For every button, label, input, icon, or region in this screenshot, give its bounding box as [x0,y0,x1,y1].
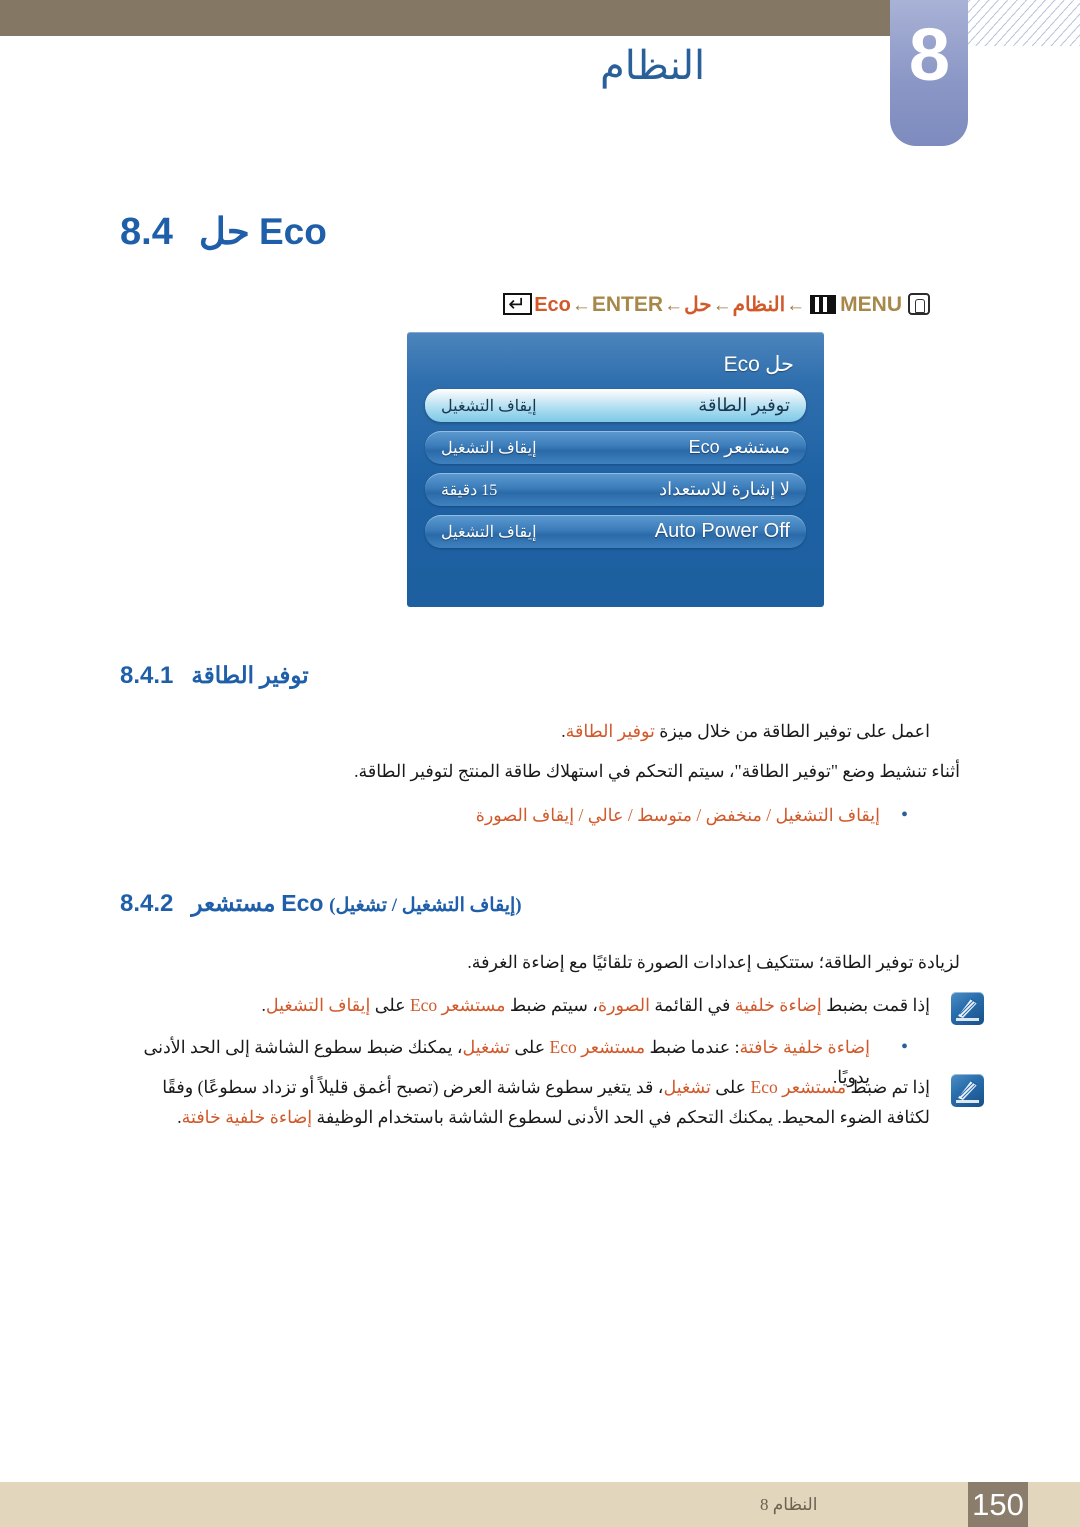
chapter-number: 8 [908,13,950,96]
breadcrumb-item-eco: Eco [534,294,571,316]
note2-a: إذا تم ضبط [846,1077,930,1097]
bullet842-hl-dim-backlight: إضاءة خلفية خافتة [739,1037,870,1057]
enter-key-icon [503,291,533,317]
breadcrumb-enter-label: ENTER [591,293,664,316]
breadcrumb-arrow-4: ← [571,295,591,316]
breadcrumb-menu-label: MENU [840,293,902,316]
osd-title: حل Eco [425,346,806,389]
osd-value-eco-sensor: إيقاف التشغيل [441,439,537,457]
section-heading-842: 8.4.2 (إيقاف التشغيل / تشغيل) Eco مستشعر [120,890,1020,918]
note1-c: ، سيتم ضبط [505,995,598,1015]
note-pencil-icon-2 [951,1074,984,1107]
section-heading-841: 8.4.1 توفير الطاقة [120,662,1020,690]
menu-bars-icon [810,295,837,314]
breadcrumb-arrow-1: ← [786,295,806,316]
note-block-2: إذا تم ضبط مستشعر Eco على تشغيل، قد يتغي… [0,1072,1080,1132]
note2-hl-eco-sensor: مستشعر Eco [750,1077,847,1097]
breadcrumb-arrow-3: ← [664,295,684,316]
osd-title-latin: Eco [723,353,760,376]
page-title-number: 8.4 [120,211,173,253]
breadcrumb-arrow-2: ← [712,295,732,316]
page-title-text: Eco حل [199,210,327,254]
note1-b: في القائمة [649,995,735,1015]
p841-1-a: اعمل على توفير الطاقة من خلال ميزة [654,721,930,741]
osd-label-eco-sensor-latin: Eco [688,437,720,457]
p841-1-highlight: توفير الطاقة [565,721,655,741]
note1-hl-eco-sensor: مستشعر Eco [409,995,506,1015]
hand-press-icon [908,293,930,315]
note-pencil-icon [951,992,984,1025]
section-841-paragraph-1: اعمل على توفير الطاقة من خلال ميزة توفير… [0,716,1080,746]
note1-a: إذا قمت بضبط [821,995,930,1015]
osd-menu-panel: حل Eco توفير الطاقة إيقاف التشغيل مستشعر… [407,332,824,607]
chapter-title: النظام [600,43,706,88]
diagonal-hatch-decoration [968,0,1080,46]
bullet842-hl-on: تشغيل [462,1037,510,1057]
section-841-title: توفير الطاقة [191,663,309,688]
section-842-paragraph-1: لزيادة توفير الطاقة؛ ستتكيف إعدادات الصو… [467,952,960,972]
page-title: 8.4 Eco حل [120,210,1020,254]
note1-hl-off: إيقاف التشغيل [265,995,371,1015]
page-title-latin: Eco [258,211,327,252]
osd-label-auto-power-off: Auto Power Off [654,520,790,542]
bullet842-b: على [509,1037,550,1057]
osd-row-power-saving[interactable]: توفير الطاقة إيقاف التشغيل [425,389,806,422]
footer-chapter-label: النظام 8 [760,1494,818,1514]
osd-value-power-saving: إيقاف التشغيل [441,397,537,415]
section-841-bullet-1: إيقاف التشغيل / منخفض / متوسط / عالي / إ… [0,800,1080,830]
osd-value-no-signal-standby: 15 دقيقة [441,481,498,499]
section-842-title-latin: Eco [281,890,324,916]
page-title-arabic: حل [198,212,250,253]
note1-hl-picture-menu: الصورة [597,995,650,1015]
section-842-title-arabic: مستشعر [191,891,276,916]
chapter-tab: 8 [890,0,968,146]
footer-page-number: 150 [972,1486,1024,1522]
osd-row-auto-power-off[interactable]: Auto Power Off إيقاف التشغيل [425,515,806,548]
note1-hl-backlight: إضاءة خلفية [734,995,822,1015]
bullet842-a: : عندما ضبط [645,1037,740,1057]
osd-value-auto-power-off: إيقاف التشغيل [441,523,537,541]
note1-d: على [370,995,410,1015]
osd-row-no-signal-standby[interactable]: لا إشارة للاستعداد 15 دقيقة [425,473,806,506]
section-841-paragraph-2: أثناء تنشيط وضع "توفير الطاقة"، سيتم الت… [354,761,960,781]
footer-page-box: 150 [968,1482,1028,1527]
breadcrumb-item-hal: حل [684,294,712,316]
bullet842-hl-eco-sensor: مستشعر Eco [549,1037,646,1057]
osd-label-eco-sensor: مستشعر Eco [689,437,790,458]
header-band [0,0,890,36]
breadcrumb: MENU←النظام←حل←Eco←ENTER [0,291,1080,319]
note2-hl-dim-backlight: إضاءة خلفية خافتة [181,1107,313,1127]
section-841-number: 8.4.1 [120,662,174,689]
osd-title-arabic: حل [765,352,794,376]
osd-row-eco-sensor[interactable]: مستشعر Eco إيقاف التشغيل [425,431,806,464]
note2-b: على [710,1077,751,1097]
osd-label-power-saving: توفير الطاقة [698,395,790,415]
osd-label-no-signal-standby: لا إشارة للاستعداد [659,479,790,499]
section-842-number: 8.4.2 [120,890,174,917]
note-block-1: إذا قمت بضبط إضاءة خلفية في القائمة الصو… [0,990,1080,1025]
section-842-title: (إيقاف التشغيل / تشغيل) Eco مستشعر [191,890,521,917]
bullet-841-options: إيقاف التشغيل / منخفض / متوسط / عالي / إ… [475,805,880,825]
osd-label-eco-sensor-arabic: مستشعر [724,437,790,457]
breadcrumb-item-system: النظام [732,294,786,316]
note2-hl-on: تشغيل [663,1077,711,1097]
section-842-paren: (إيقاف التشغيل / تشغيل) [329,895,522,916]
